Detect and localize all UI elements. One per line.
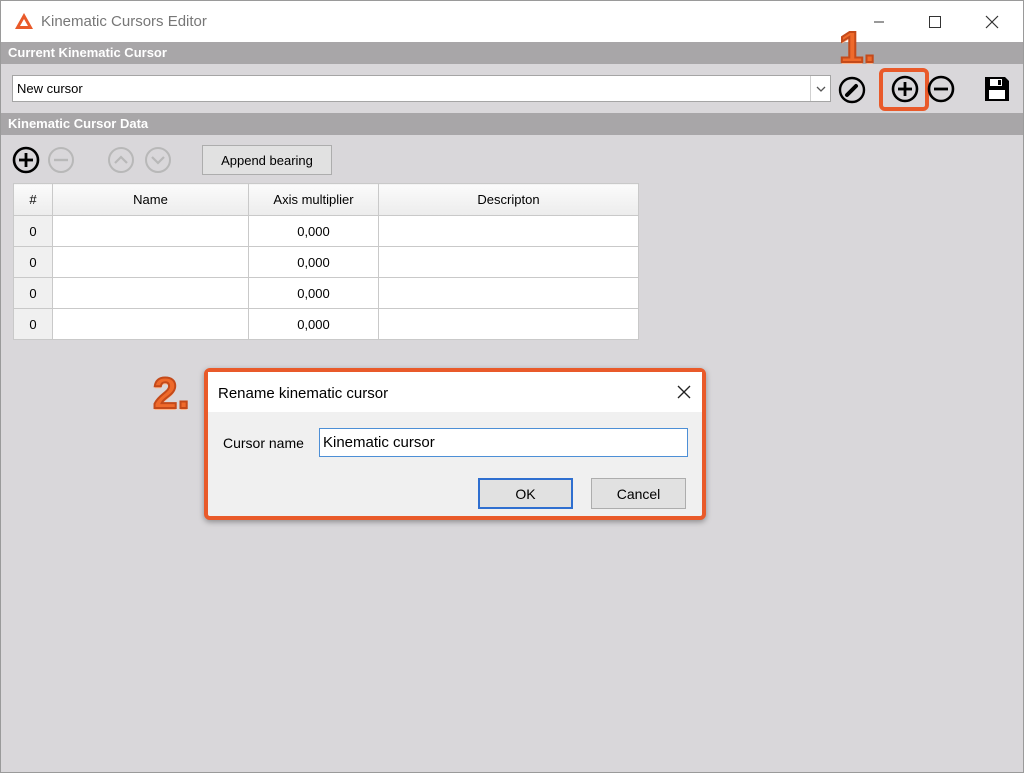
column-header-description[interactable]: Descripton xyxy=(378,183,639,216)
add-icon xyxy=(891,75,919,103)
axis-multiplier-cell[interactable]: 0,000 xyxy=(248,308,379,340)
cursor-name-label: Cursor name xyxy=(223,435,304,451)
chevron-down-icon[interactable] xyxy=(810,76,830,101)
name-cell[interactable] xyxy=(52,215,249,247)
dialog-title: Rename kinematic cursor xyxy=(218,385,389,402)
edit-cursor-button[interactable] xyxy=(837,75,867,105)
chevron-up-icon xyxy=(108,147,134,173)
table-row[interactable]: 0 0,000 xyxy=(13,277,639,309)
remove-cursor-button[interactable] xyxy=(926,74,956,104)
name-cell[interactable] xyxy=(52,308,249,340)
dialog-title-bar: Rename kinematic cursor xyxy=(208,372,702,412)
editor-window: Kinematic Cursors Editor Current Kinemat… xyxy=(0,0,1024,773)
remove-icon xyxy=(48,147,74,173)
axis-multiplier-cell[interactable]: 0,000 xyxy=(248,277,379,309)
dialog-close-button[interactable] xyxy=(674,382,694,402)
row-index-cell[interactable]: 0 xyxy=(13,308,53,340)
axis-multiplier-cell[interactable]: 0,000 xyxy=(248,246,379,278)
cursor-select-value: New cursor xyxy=(17,81,83,96)
app-logo-icon xyxy=(15,13,33,29)
rename-dialog: Rename kinematic cursor Cursor name OK C… xyxy=(204,368,706,520)
append-bearing-button[interactable]: Append bearing xyxy=(202,145,332,175)
table-row[interactable]: 0 0,000 xyxy=(13,246,639,278)
close-icon xyxy=(985,15,999,28)
remove-row-button[interactable] xyxy=(47,146,75,174)
description-cell[interactable] xyxy=(378,277,639,309)
move-up-button[interactable] xyxy=(107,146,135,174)
name-cell[interactable] xyxy=(52,246,249,278)
name-cell[interactable] xyxy=(52,277,249,309)
row-index-cell[interactable]: 0 xyxy=(13,215,53,247)
row-index-cell[interactable]: 0 xyxy=(13,277,53,309)
add-row-button[interactable] xyxy=(12,146,40,174)
remove-icon xyxy=(927,75,955,103)
edit-icon xyxy=(838,76,866,104)
step-2-label: 2. xyxy=(152,368,191,419)
cursor-name-input[interactable] xyxy=(319,428,688,457)
table-header-row: # Name Axis multiplier Descripton xyxy=(13,183,639,216)
maximize-button[interactable] xyxy=(912,1,958,42)
table-row[interactable]: 0 0,000 xyxy=(13,215,639,247)
chevron-down-icon xyxy=(145,147,171,173)
description-cell[interactable] xyxy=(378,246,639,278)
description-cell[interactable] xyxy=(378,215,639,247)
cursor-data-table: # Name Axis multiplier Descripton 0 0,00… xyxy=(13,183,639,340)
cancel-button[interactable]: Cancel xyxy=(591,478,686,509)
description-cell[interactable] xyxy=(378,308,639,340)
column-header-index[interactable]: # xyxy=(13,183,53,216)
save-cursor-button[interactable] xyxy=(981,73,1013,105)
window-title: Kinematic Cursors Editor xyxy=(41,13,207,30)
close-window-button[interactable] xyxy=(969,1,1015,42)
add-icon xyxy=(12,146,40,174)
add-cursor-button[interactable] xyxy=(890,74,920,104)
axis-multiplier-cell[interactable]: 0,000 xyxy=(248,215,379,247)
ok-button[interactable]: OK xyxy=(478,478,573,509)
table-row[interactable]: 0 0,000 xyxy=(13,308,639,340)
move-down-button[interactable] xyxy=(144,146,172,174)
cursor-select[interactable]: New cursor xyxy=(12,75,831,102)
column-header-axis-multiplier[interactable]: Axis multiplier xyxy=(248,183,379,216)
maximize-icon xyxy=(929,15,941,28)
row-index-cell[interactable]: 0 xyxy=(13,246,53,278)
close-icon xyxy=(677,385,691,399)
save-icon xyxy=(985,77,1009,101)
cursor-data-header: Kinematic Cursor Data xyxy=(1,113,1023,135)
column-header-name[interactable]: Name xyxy=(52,183,249,216)
step-1-label: 1. xyxy=(838,22,877,73)
